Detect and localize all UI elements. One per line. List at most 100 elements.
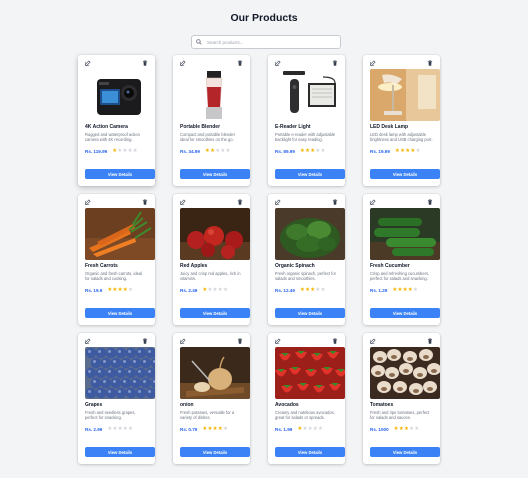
price-row: Rs. 2.99 ★★★★★ <box>85 426 148 432</box>
star-rating: ★★★★★ <box>112 148 138 154</box>
delete-button[interactable] <box>237 199 243 205</box>
edit-button[interactable] <box>180 60 186 66</box>
product-image[interactable] <box>180 347 250 399</box>
edit-icon[interactable] <box>370 338 376 344</box>
trash-icon[interactable] <box>142 199 148 205</box>
trash-icon[interactable] <box>427 199 433 205</box>
product-card: E-Reader Light Portable e-reader with adj… <box>268 55 345 186</box>
star-icon: ★ <box>132 148 138 154</box>
trash-icon[interactable] <box>332 60 338 66</box>
product-image[interactable] <box>275 347 345 399</box>
product-image[interactable] <box>85 208 155 260</box>
price-row: Rs. 34.99 ★★★★★ <box>180 148 243 154</box>
edit-icon[interactable] <box>370 60 376 66</box>
product-price: Rs. 1000 <box>370 426 389 432</box>
trash-icon[interactable] <box>427 338 433 344</box>
view-details-button[interactable]: View Details <box>370 308 440 318</box>
product-price: Rs. 2.49 <box>180 287 198 293</box>
view-details-button[interactable]: View Details <box>180 308 250 318</box>
delete-button[interactable] <box>142 199 148 205</box>
star-rating: ★★★★★ <box>392 287 418 293</box>
cucumbers-image <box>370 208 440 260</box>
edit-icon[interactable] <box>370 199 376 205</box>
product-image[interactable] <box>85 69 155 121</box>
product-image[interactable] <box>85 347 155 399</box>
product-image[interactable] <box>370 69 440 121</box>
view-details-button[interactable]: View Details <box>370 169 440 179</box>
product-image[interactable] <box>275 208 345 260</box>
product-price: Rs. 119.99 <box>85 148 108 154</box>
view-details-button[interactable]: View Details <box>370 447 440 457</box>
star-rating: ★★★★★ <box>205 148 231 154</box>
trash-icon[interactable] <box>142 338 148 344</box>
delete-button[interactable] <box>142 338 148 344</box>
product-name: Portable Blender <box>180 124 221 130</box>
view-details-button[interactable]: View Details <box>275 447 345 457</box>
trash-icon[interactable] <box>237 338 243 344</box>
card-actions <box>85 59 148 67</box>
product-price: Rs. 89.99 <box>275 148 295 154</box>
search-input[interactable] <box>207 37 337 47</box>
product-image[interactable] <box>370 208 440 260</box>
edit-button[interactable] <box>370 338 376 344</box>
strawberries-image <box>275 347 345 399</box>
delete-button[interactable] <box>142 60 148 66</box>
edit-button[interactable] <box>85 60 91 66</box>
view-details-button[interactable]: View Details <box>85 169 155 179</box>
product-image[interactable] <box>275 69 345 121</box>
edit-button[interactable] <box>180 338 186 344</box>
edit-button[interactable] <box>85 338 91 344</box>
trash-icon[interactable] <box>237 60 243 66</box>
trash-icon[interactable] <box>332 199 338 205</box>
trash-icon[interactable] <box>427 60 433 66</box>
apples-image <box>180 208 250 260</box>
view-details-button[interactable]: View Details <box>85 308 155 318</box>
edit-button[interactable] <box>180 199 186 205</box>
delete-button[interactable] <box>332 338 338 344</box>
view-details-button[interactable]: View Details <box>275 169 345 179</box>
edit-icon[interactable] <box>275 338 281 344</box>
star-icon: ★ <box>225 148 231 154</box>
view-details-button[interactable]: View Details <box>180 447 250 457</box>
edit-button[interactable] <box>370 199 376 205</box>
product-image[interactable] <box>180 208 250 260</box>
delete-button[interactable] <box>332 60 338 66</box>
edit-icon[interactable] <box>275 60 281 66</box>
trash-icon[interactable] <box>237 199 243 205</box>
mushrooms-image <box>370 347 440 399</box>
card-actions <box>180 198 243 206</box>
product-price: Rs. 12.49 <box>275 287 295 293</box>
delete-button[interactable] <box>427 199 433 205</box>
edit-button[interactable] <box>85 199 91 205</box>
search-bar[interactable] <box>191 35 341 49</box>
card-actions <box>180 59 243 67</box>
trash-icon[interactable] <box>142 60 148 66</box>
edit-button[interactable] <box>370 60 376 66</box>
product-image[interactable] <box>180 69 250 121</box>
delete-button[interactable] <box>427 338 433 344</box>
desk-lamp-image <box>370 69 440 121</box>
edit-icon[interactable] <box>275 199 281 205</box>
product-image[interactable] <box>370 347 440 399</box>
edit-icon[interactable] <box>85 199 91 205</box>
product-name: E-Reader Light <box>275 124 311 130</box>
edit-icon[interactable] <box>85 338 91 344</box>
edit-icon[interactable] <box>180 199 186 205</box>
view-details-button[interactable]: View Details <box>275 308 345 318</box>
edit-button[interactable] <box>275 60 281 66</box>
delete-button[interactable] <box>237 60 243 66</box>
view-details-button[interactable]: View Details <box>180 169 250 179</box>
edit-button[interactable] <box>275 199 281 205</box>
delete-button[interactable] <box>237 338 243 344</box>
delete-button[interactable] <box>332 199 338 205</box>
delete-button[interactable] <box>427 60 433 66</box>
edit-icon[interactable] <box>180 338 186 344</box>
edit-icon[interactable] <box>85 60 91 66</box>
edit-icon[interactable] <box>180 60 186 66</box>
edit-button[interactable] <box>275 338 281 344</box>
trash-icon[interactable] <box>332 338 338 344</box>
price-row: Rs. 1000 ★★★★★ <box>370 426 433 432</box>
price-row: Rs. 0.79 ★★★★★ <box>180 426 243 432</box>
product-price: Rs. 1.99 <box>275 426 293 432</box>
view-details-button[interactable]: View Details <box>85 447 155 457</box>
